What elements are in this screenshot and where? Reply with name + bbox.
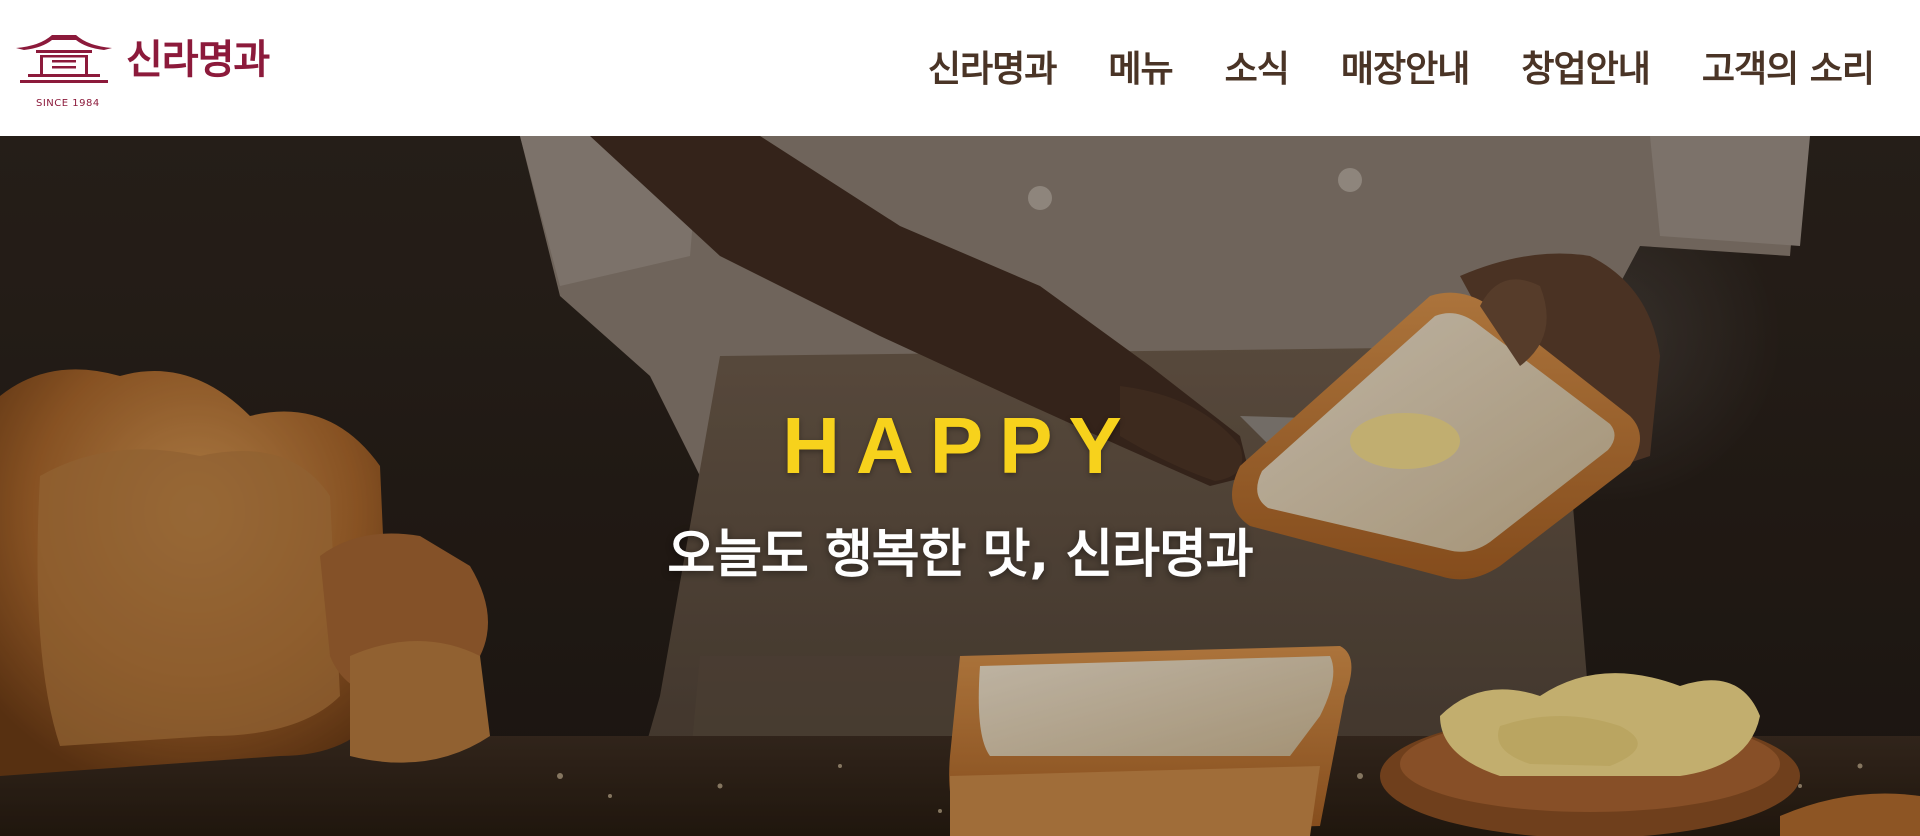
nav-item-news[interactable]: 소식	[1225, 40, 1290, 100]
hero-banner: HAPPY 오늘도 행복한 맛, 신라명과	[0, 136, 1920, 836]
nav-item-franchise[interactable]: 창업안내	[1521, 40, 1650, 100]
nav-item-stores[interactable]: 매장안내	[1341, 40, 1470, 100]
brand-since-text: SINCE 1984	[36, 98, 100, 109]
brand-name: 신라명과	[126, 37, 270, 83]
nav-item-customer-voice[interactable]: 고객의 소리	[1702, 40, 1875, 100]
hero-headline: 오늘도 행복한 맛, 신라명과	[667, 525, 1253, 585]
nav-item-about[interactable]: 신라명과	[928, 40, 1057, 100]
brand-logo-link[interactable]: 신라명과 SINCE 1984	[14, 30, 294, 114]
palace-roof-logo-icon	[16, 35, 112, 83]
hero-eyebrow-text: HAPPY	[782, 401, 1138, 490]
main-nav: 신라명과 메뉴 소식 매장안내 창업안내 고객의 소리	[928, 40, 1875, 100]
site-header: 신라명과 SINCE 1984 신라명과 메뉴 소식 매장안내 창업안내 고객의…	[0, 0, 1920, 136]
nav-item-menu[interactable]: 메뉴	[1108, 40, 1173, 100]
